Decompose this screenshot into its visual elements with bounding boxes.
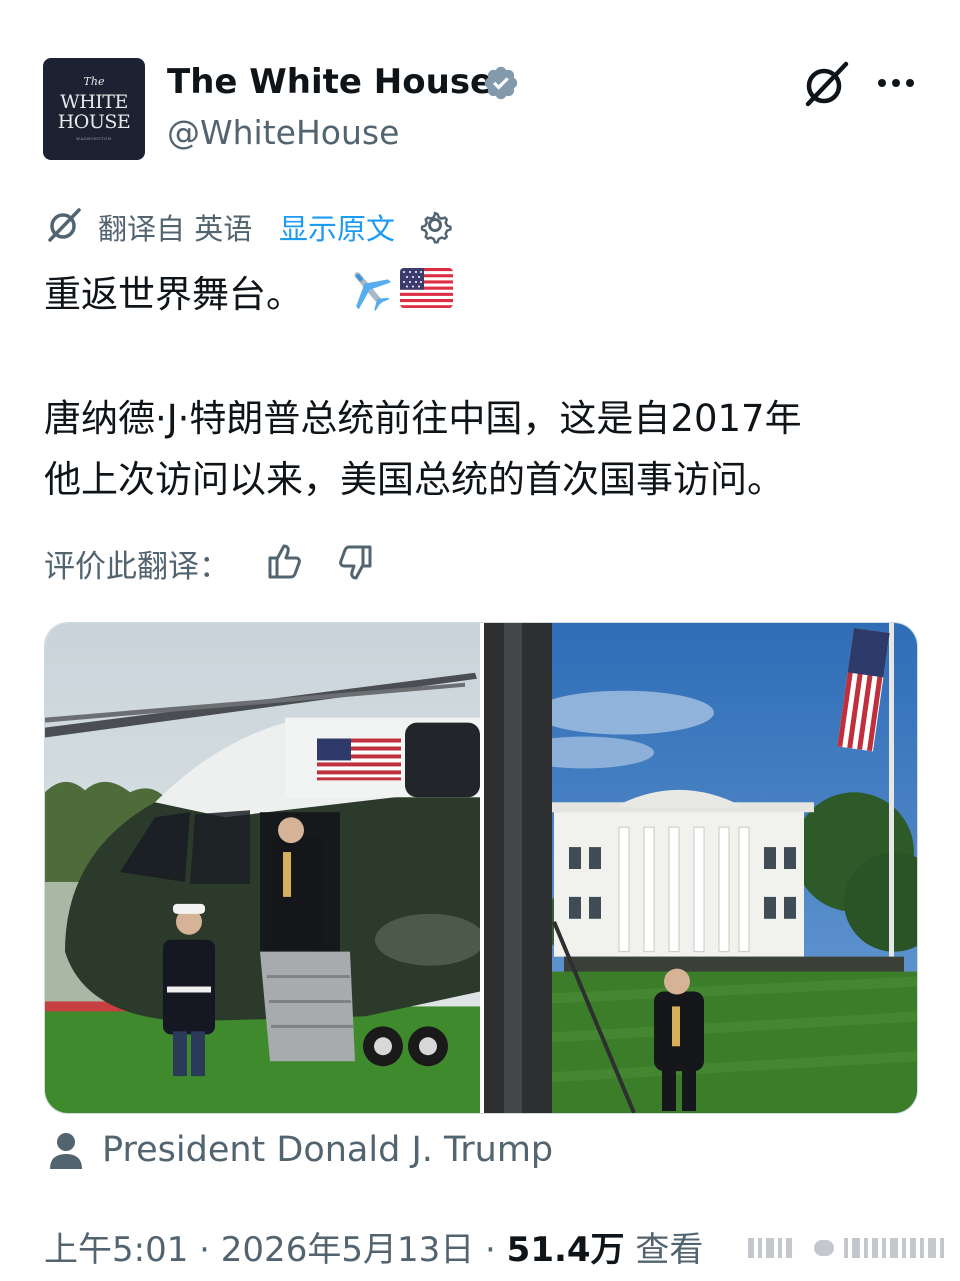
- thumbs-down-icon[interactable]: [332, 542, 376, 584]
- show-original-link[interactable]: 显示原文: [279, 206, 395, 248]
- avatar-text-washington: WASHINGTON: [76, 136, 112, 141]
- grok-icon[interactable]: [800, 60, 852, 108]
- tweet-text-line2: 唐纳德·J·特朗普总统前往中国，这是自2017年: [44, 397, 802, 440]
- meta-separator: ·: [188, 1230, 221, 1270]
- views-label: 查看: [624, 1230, 704, 1270]
- airplane-emoji-icon: [354, 272, 391, 311]
- avatar-text-house: HOUSE: [57, 111, 131, 133]
- tweet-meta: 上午5:01 · 2026年5月13日 · 51.4万 查看: [44, 1222, 703, 1271]
- verified-badge-icon: [484, 66, 518, 100]
- tweet-text-line3: 他上次访问以来，美国总统的首次国事访问。: [44, 458, 784, 501]
- media-grid: [44, 622, 918, 1114]
- white-house-lawn-photo[interactable]: [484, 623, 918, 1113]
- avatar-text-white: WHITE: [60, 91, 128, 113]
- post-time[interactable]: 上午5:01: [44, 1230, 188, 1270]
- us-flag-emoji-icon: [400, 268, 453, 308]
- translated-from-label: 翻译自 英语: [98, 212, 253, 246]
- person-icon: [50, 1133, 82, 1169]
- display-name[interactable]: The White House: [167, 62, 493, 102]
- post-date[interactable]: 2026年5月13日: [221, 1230, 474, 1270]
- tweet-text-line1: 重返世界舞台。: [44, 273, 303, 316]
- grok-translate-icon: [48, 208, 81, 242]
- more-options-icon[interactable]: [874, 66, 918, 100]
- avatar[interactable]: The WHITE HOUSE WASHINGTON: [43, 58, 145, 160]
- tagged-person[interactable]: President Donald J. Trump: [102, 1130, 553, 1170]
- helicopter-photo[interactable]: [45, 623, 480, 1113]
- avatar-text-the: The: [83, 75, 105, 88]
- view-count: 51.4万: [506, 1230, 625, 1270]
- watermark-barcode: [748, 1238, 944, 1258]
- gear-icon[interactable]: [416, 206, 454, 244]
- thumbs-up-icon[interactable]: [264, 540, 308, 582]
- handle[interactable]: @WhiteHouse: [167, 113, 399, 152]
- rate-translation-label: 评价此翻译：: [44, 549, 230, 585]
- meta-separator: ·: [474, 1230, 507, 1270]
